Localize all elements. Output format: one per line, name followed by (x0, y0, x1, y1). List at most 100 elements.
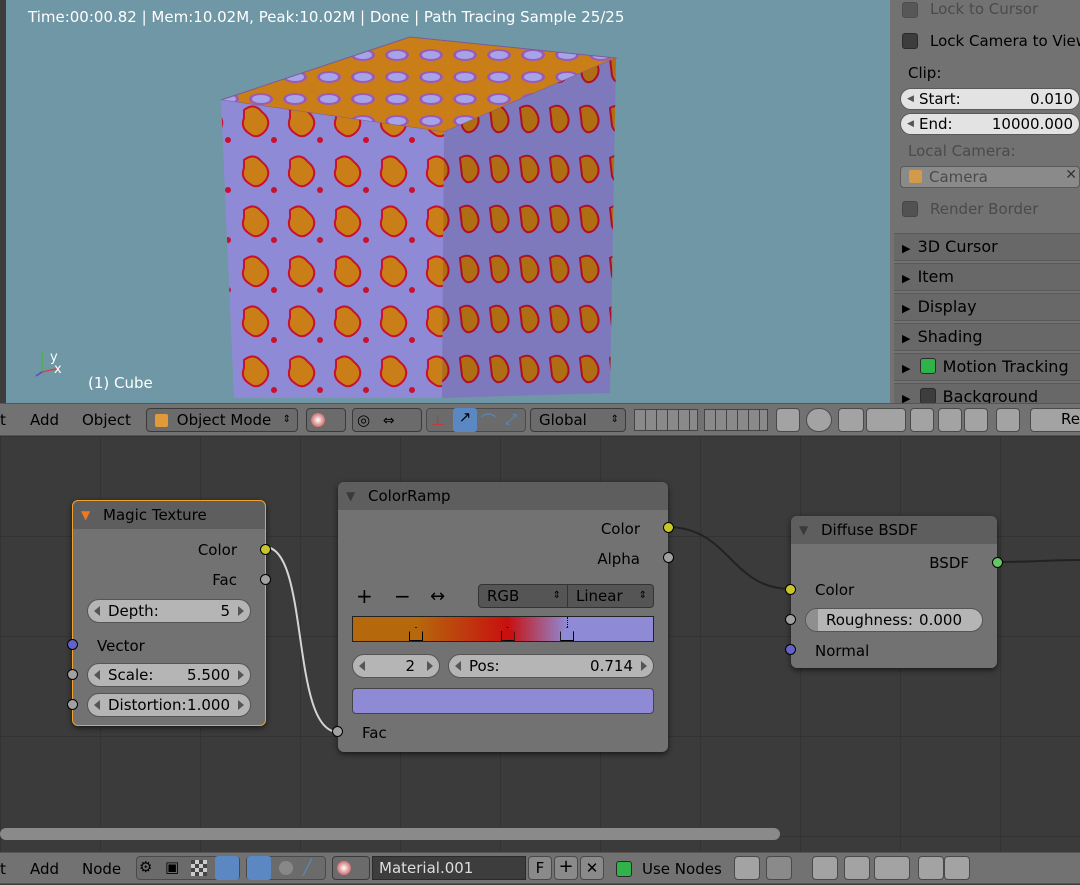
interpolation-select[interactable]: Linear ⇕ (567, 585, 653, 607)
material-browse-select[interactable] (332, 856, 370, 880)
distortion-field[interactable]: Distortion: 1.000 (87, 693, 251, 717)
node-header[interactable]: ▼ Magic Texture (73, 501, 265, 529)
unlink-material-icon[interactable]: ✕ (580, 856, 604, 880)
output-bsdf-socket[interactable] (992, 557, 1003, 568)
render-image-icon[interactable] (938, 408, 962, 432)
clip-start-field[interactable]: ◀ Start: 0.010 (900, 88, 1080, 110)
add-menu[interactable]: Add (30, 853, 59, 883)
snap-element-select[interactable] (866, 408, 906, 432)
output-alpha-socket[interactable] (663, 552, 674, 563)
paste-nodes-icon[interactable] (944, 856, 970, 880)
go-to-parent-icon[interactable] (766, 856, 792, 880)
lock-layers-button[interactable] (776, 408, 800, 432)
depth-field[interactable]: Depth: 5 (87, 599, 251, 623)
collapse-triangle-icon[interactable]: ▼ (799, 516, 808, 544)
material-tree-icon[interactable] (215, 856, 239, 880)
backdrop-icon[interactable] (812, 856, 838, 880)
view-menu[interactable]: t (0, 853, 6, 883)
roughness-field[interactable]: Roughness: 0.000 (805, 608, 983, 632)
active-stop-index-field[interactable]: 2 (352, 654, 440, 678)
add-menu[interactable]: Add (30, 404, 59, 435)
viewport-shading-select[interactable] (306, 408, 346, 432)
panel-background-images[interactable]: ▶ Background Images (894, 383, 1080, 403)
material-name-field[interactable]: Material.001 (372, 856, 526, 880)
shader-tree-icon[interactable]: ⚙ (139, 858, 161, 878)
motion-tracking-checkbox[interactable] (919, 358, 936, 374)
add-stop-button[interactable]: + (356, 584, 373, 608)
rotate-icon[interactable]: ⌒ (481, 410, 496, 431)
clear-icon[interactable]: ✕ (1065, 167, 1077, 183)
color-mode-select[interactable]: RGB ⇕ (479, 585, 567, 607)
pause-icon[interactable] (996, 408, 1020, 432)
manipulator-icon[interactable]: ⊥ (431, 411, 444, 429)
input-scale-socket[interactable] (67, 669, 78, 680)
input-normal-socket[interactable] (785, 644, 796, 655)
magic-texture-node[interactable]: ▼ Magic Texture Color Fac Depth: 5 Vecto… (67, 500, 271, 726)
line-style-icon[interactable]: ╱ (303, 858, 312, 876)
layers-grid-left[interactable] (634, 409, 698, 431)
object-shader-icon[interactable] (247, 856, 271, 880)
copy-nodes-icon[interactable] (918, 856, 944, 880)
color-ramp-gradient[interactable] (352, 616, 654, 642)
proportional-edit-icon[interactable] (806, 408, 832, 432)
decrement-arrow-icon[interactable]: ◀ (907, 89, 914, 109)
snap-target-icon[interactable] (910, 408, 934, 432)
new-material-icon[interactable]: + (554, 856, 578, 880)
render-border-checkbox[interactable] (902, 201, 918, 217)
world-shader-icon[interactable] (279, 861, 293, 875)
panel-item[interactable]: ▶ Item (894, 263, 1080, 291)
node-menu[interactable]: Node (82, 853, 121, 883)
ramp-stop-marker[interactable] (500, 627, 515, 641)
ramp-stop-marker[interactable] (560, 627, 575, 641)
clip-end-field[interactable]: ◀ End: 10000.000 (900, 113, 1080, 135)
flip-ramp-button[interactable]: ↔ (430, 586, 445, 607)
manipulator-group[interactable]: ⊥ ↗ ⌒ ⤢ (426, 408, 526, 432)
local-camera-field[interactable]: Camera ✕ (900, 166, 1080, 188)
render-border-row[interactable]: Render Border (902, 200, 1038, 221)
horizontal-scrollbar[interactable] (0, 828, 780, 840)
lock-to-cursor-checkbox[interactable] (902, 2, 918, 18)
use-nodes-checkbox[interactable] (616, 861, 632, 877)
node-header[interactable]: ▼ ColorRamp (338, 482, 668, 510)
render-button[interactable]: Re (1030, 408, 1080, 432)
output-color-socket[interactable] (663, 522, 674, 533)
scale-icon[interactable]: ⤢ (505, 410, 517, 428)
colorramp-node[interactable]: ▼ ColorRamp Color Alpha + − ↔ RGB ⇕ Line… (332, 482, 674, 752)
lock-camera-to-view-checkbox[interactable] (902, 33, 918, 49)
active-stop-color-swatch[interactable] (352, 688, 654, 714)
collapse-triangle-icon[interactable]: ▼ (346, 482, 355, 510)
pivot-point-select[interactable]: ◎ ⇔ (352, 408, 422, 432)
layers-grid-right[interactable] (704, 409, 768, 431)
snap-magnet-icon[interactable] (844, 856, 870, 880)
render-animation-icon[interactable] (964, 408, 988, 432)
lock-to-cursor-row[interactable]: Lock to Cursor (902, 0, 1038, 22)
stop-position-field[interactable]: Pos: 0.714 (448, 654, 654, 678)
texture-tree-icon[interactable] (191, 860, 207, 876)
snap-node-select[interactable] (874, 856, 910, 880)
output-color-socket[interactable] (260, 544, 271, 555)
scale-field[interactable]: Scale: 5.500 (87, 663, 251, 687)
output-fac-socket[interactable] (260, 574, 271, 585)
view-menu[interactable]: t (0, 404, 6, 435)
remove-stop-button[interactable]: − (394, 584, 411, 608)
ramp-stop-marker[interactable] (409, 627, 423, 641)
object-menu[interactable]: Object (82, 404, 131, 435)
fake-user-button[interactable]: F (528, 856, 552, 880)
panel-display[interactable]: ▶ Display (894, 293, 1080, 321)
transform-orientation-select[interactable]: Global ⇕ (530, 408, 626, 432)
input-roughness-socket[interactable] (785, 614, 796, 625)
diffuse-bsdf-node[interactable]: ▼ Diffuse BSDF BSDF Color Roughness: 0.0… (785, 516, 1003, 668)
input-vector-socket[interactable] (67, 639, 78, 650)
node-header[interactable]: ▼ Diffuse BSDF (791, 516, 997, 544)
panel-motion-tracking[interactable]: ▶ Motion Tracking (894, 353, 1080, 381)
lock-camera-to-view-row[interactable]: Lock Camera to View (902, 32, 1080, 53)
snap-magnet-icon[interactable] (838, 408, 864, 432)
node-editor[interactable]: ▼ Magic Texture Color Fac Depth: 5 Vecto… (0, 436, 1080, 852)
background-images-checkbox[interactable] (919, 388, 936, 403)
panel-shading[interactable]: ▶ Shading (894, 323, 1080, 351)
3d-viewport[interactable]: Time:00:00.82 | Mem:10.02M, Peak:10.02M … (0, 0, 890, 403)
decrement-arrow-icon[interactable]: ◀ (907, 114, 914, 134)
input-color-socket[interactable] (785, 584, 796, 595)
translate-icon[interactable]: ↗ (453, 408, 477, 432)
compositing-tree-icon[interactable]: ▣ (165, 858, 187, 878)
